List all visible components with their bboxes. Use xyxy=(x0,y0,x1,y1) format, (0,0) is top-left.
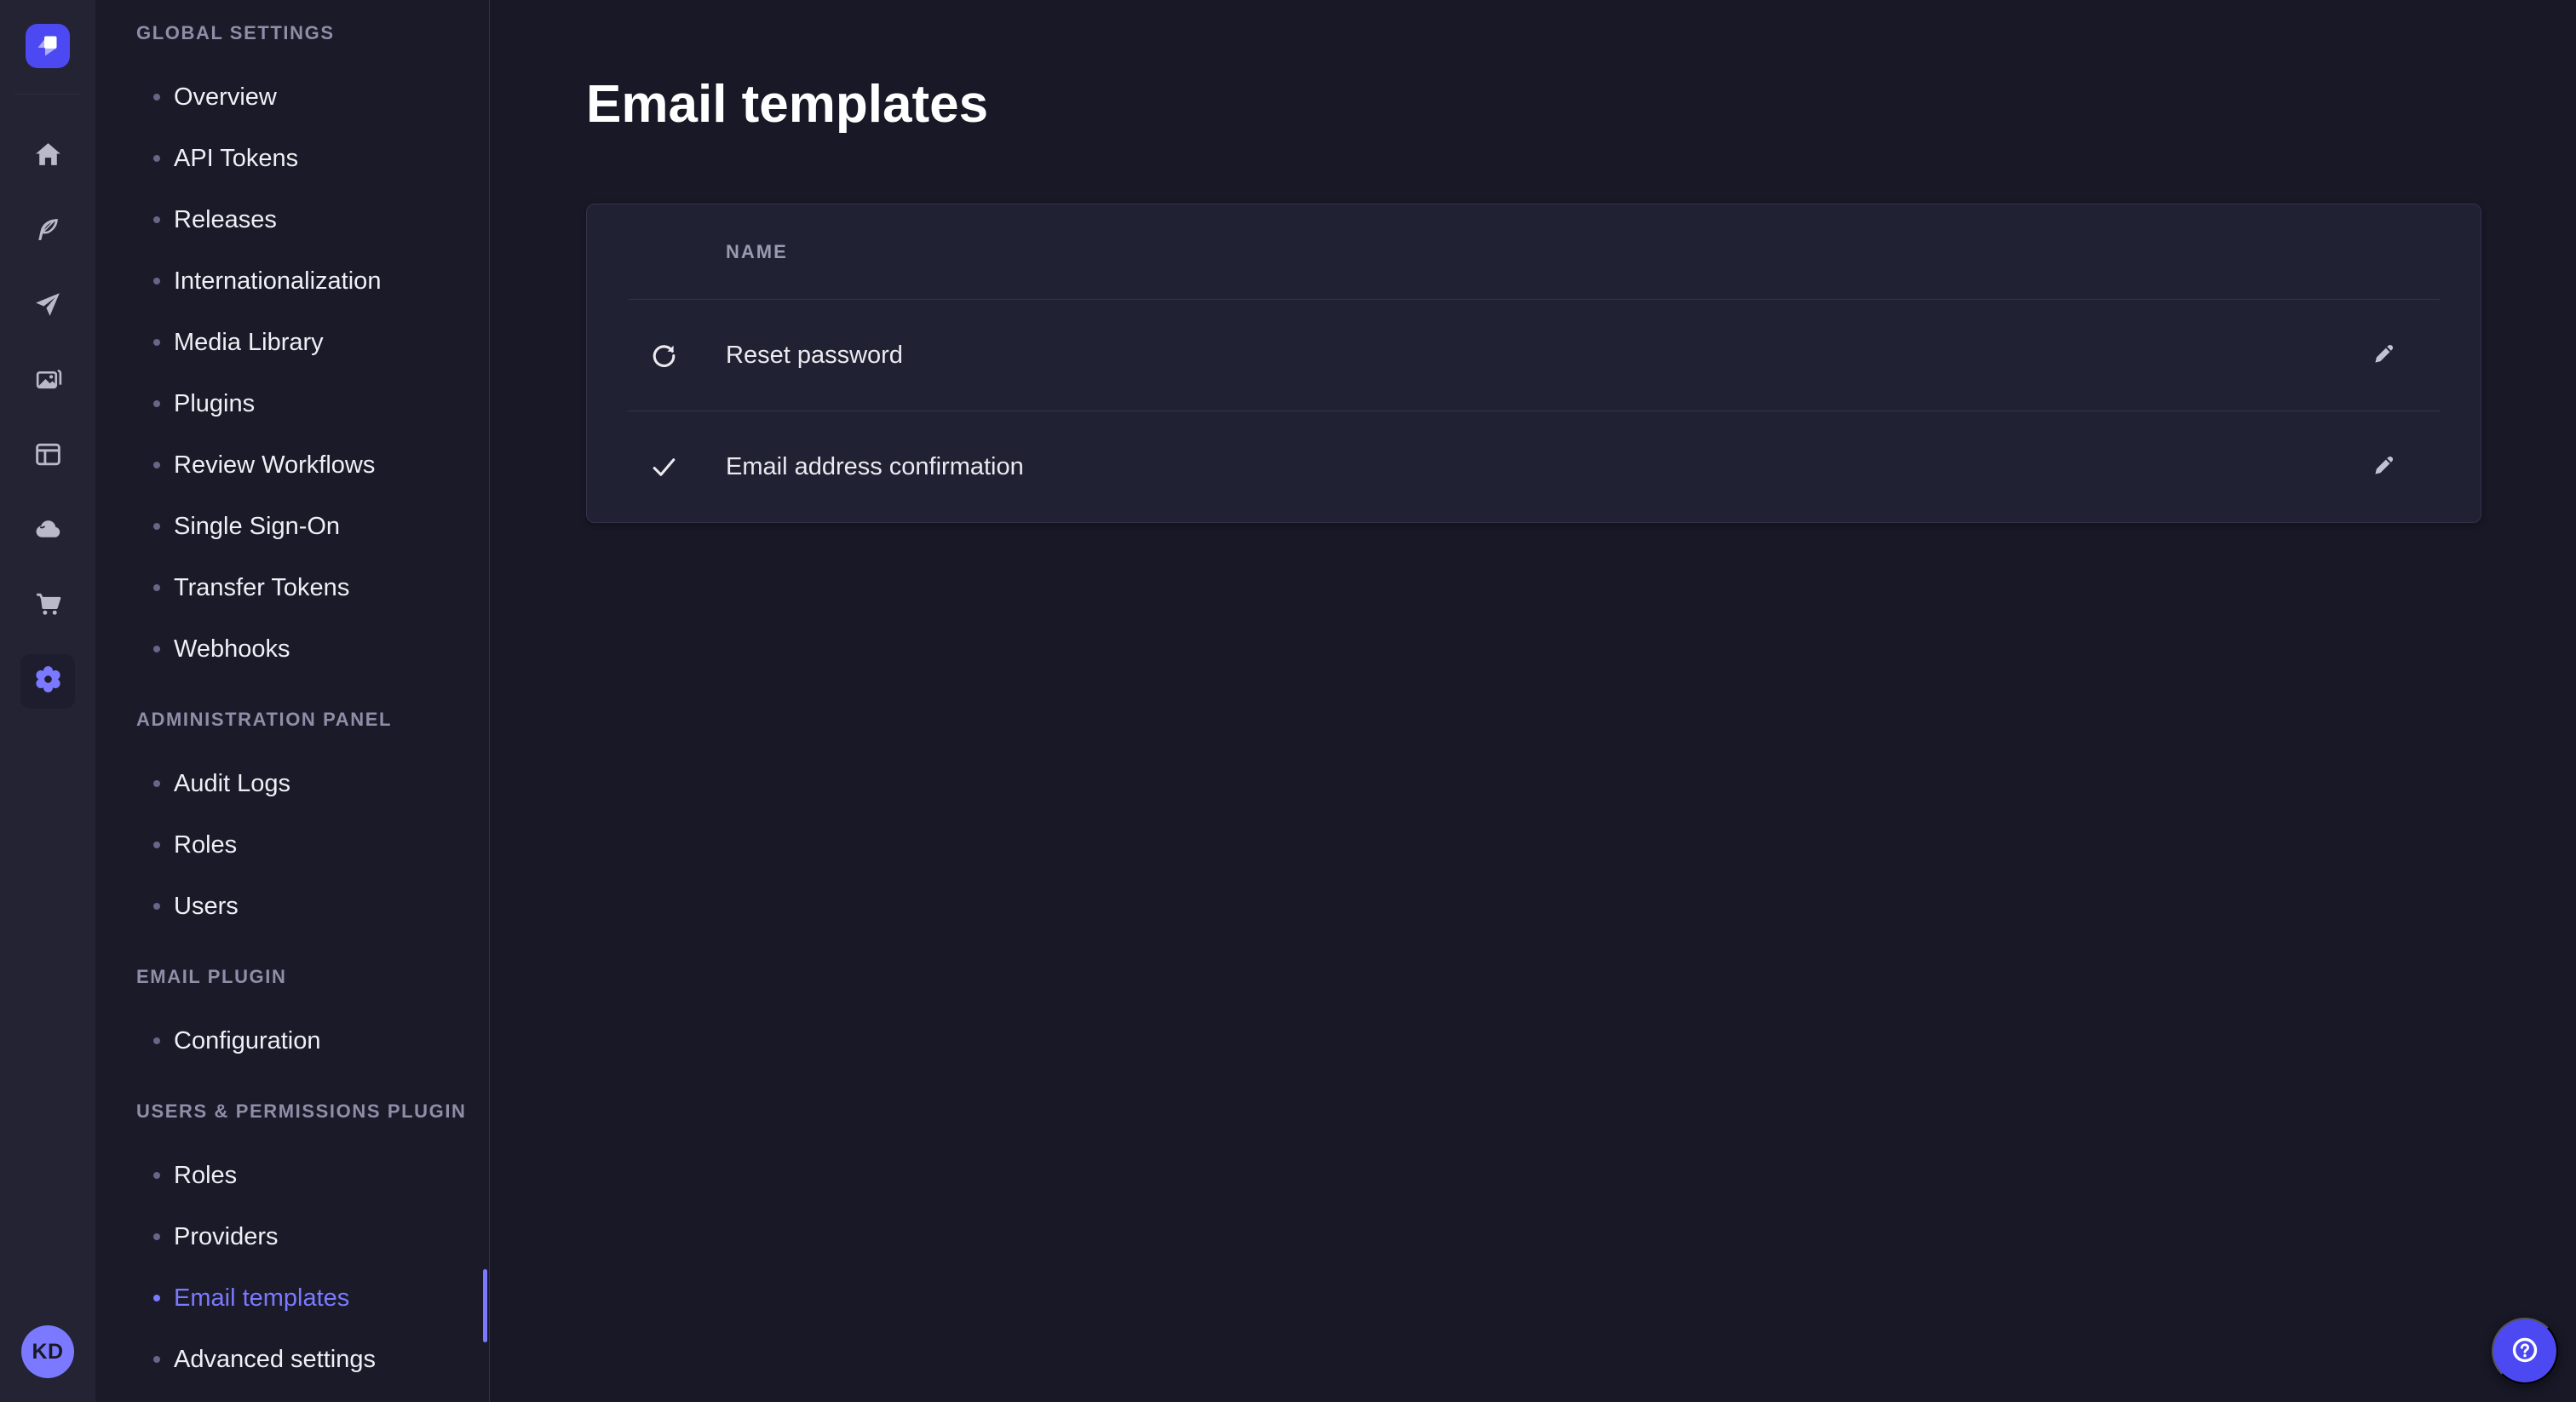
bullet-icon xyxy=(153,155,160,162)
bullet-icon xyxy=(153,400,160,407)
app-window: KD GLOBAL SETTINGS Overview API Tokens Rele… xyxy=(0,0,2576,1402)
sidebar-item-roles[interactable]: Roles xyxy=(95,1145,489,1206)
subnav-section-header: ADMINISTRATION PANEL xyxy=(95,700,489,739)
sidebar-item-webhooks[interactable]: Webhooks xyxy=(95,618,489,680)
help-button[interactable] xyxy=(2492,1318,2558,1384)
subnav-scrollbar-thumb[interactable] xyxy=(483,1269,487,1342)
media-icon xyxy=(32,364,64,399)
layout-icon xyxy=(32,439,64,474)
sidebar-item-configuration[interactable]: Configuration xyxy=(95,1010,489,1072)
rail-button-cart[interactable] xyxy=(20,579,75,634)
sidebar-item-label: Overview xyxy=(174,83,277,112)
sidebar-item-label: Configuration xyxy=(174,1027,321,1055)
subnav-section-header: GLOBAL SETTINGS xyxy=(95,14,489,53)
sidebar-item-label: Providers xyxy=(174,1223,279,1251)
subnav-section-header: EMAIL PLUGIN xyxy=(95,957,489,997)
pencil-icon xyxy=(2370,451,2398,482)
rail-divider xyxy=(14,94,81,95)
bullet-icon xyxy=(153,780,160,787)
cloud-icon xyxy=(32,514,64,549)
sidebar-item-advanced-settings[interactable]: Advanced settings xyxy=(95,1329,489,1390)
bullet-icon xyxy=(153,1356,160,1363)
sidebar-item-label: Transfer Tokens xyxy=(174,574,349,602)
send-icon xyxy=(32,289,64,325)
sidebar-item-label: Audit Logs xyxy=(174,770,290,798)
email-templates-table: NAME Reset password Email address confirm… xyxy=(586,204,2481,523)
rail-button-layout[interactable] xyxy=(20,429,75,484)
sidebar-item-email-templates[interactable]: Email templates xyxy=(95,1267,489,1329)
sidebar-item-label: Internationalization xyxy=(174,267,381,296)
sidebar-item-roles[interactable]: Roles xyxy=(95,814,489,876)
sidebar-item-users[interactable]: Users xyxy=(95,876,489,937)
rail-button-cloud[interactable] xyxy=(20,504,75,559)
bullet-icon xyxy=(153,1037,160,1044)
sidebar-item-transfer-tokens[interactable]: Transfer Tokens xyxy=(95,557,489,618)
sidebar-item-audit-logs[interactable]: Audit Logs xyxy=(95,753,489,814)
sidebar-item-label: Roles xyxy=(174,831,237,859)
sidebar-item-label: Webhooks xyxy=(174,635,290,664)
bullet-icon xyxy=(153,1172,160,1179)
bullet-icon xyxy=(153,1295,160,1301)
sidebar-item-review-workflows[interactable]: Review Workflows xyxy=(95,434,489,496)
sidebar-item-single-sign-on[interactable]: Single Sign-On xyxy=(95,496,489,557)
rail-button-send[interactable] xyxy=(20,279,75,334)
rail-button-pen[interactable] xyxy=(20,204,75,259)
sidebar-item-label: API Tokens xyxy=(174,145,298,173)
sidebar-item-providers[interactable]: Providers xyxy=(95,1206,489,1267)
edit-template-button[interactable] xyxy=(2353,436,2414,497)
sidebar-item-label: Email templates xyxy=(174,1284,349,1313)
home-icon xyxy=(32,139,64,175)
rail-button-home[interactable] xyxy=(20,129,75,184)
table-header-row: NAME xyxy=(587,204,2481,299)
check-icon xyxy=(648,451,680,483)
sidebar-item-overview[interactable]: Overview xyxy=(95,66,489,128)
user-avatar[interactable]: KD xyxy=(21,1325,74,1378)
sidebar-item-releases[interactable]: Releases xyxy=(95,189,489,250)
bullet-icon xyxy=(153,646,160,652)
sidebar-item-label: Review Workflows xyxy=(174,451,375,480)
bullet-icon xyxy=(153,278,160,284)
rail-button-gear[interactable] xyxy=(20,654,75,709)
bullet-icon xyxy=(153,523,160,530)
page-title: Email templates xyxy=(586,73,2481,136)
main-nav-rail: KD xyxy=(0,0,95,1402)
strapi-logo-icon xyxy=(31,27,65,66)
sidebar-item-media-library[interactable]: Media Library xyxy=(95,312,489,373)
strapi-logo-button[interactable] xyxy=(26,24,70,68)
template-name: Email address confirmation xyxy=(726,453,1024,481)
refresh-icon xyxy=(648,340,680,371)
pencil-icon xyxy=(2370,340,2398,371)
question-circle-icon xyxy=(2508,1333,2542,1370)
subnav-section-header: USERS & PERMISSIONS PLUGIN xyxy=(95,1092,489,1131)
sidebar-item-plugins[interactable]: Plugins xyxy=(95,373,489,434)
sidebar-item-label: Releases xyxy=(174,206,277,234)
template-name: Reset password xyxy=(726,342,903,370)
sidebar-item-label: Media Library xyxy=(174,329,324,357)
main-content: Email templates NAME Reset password Email… xyxy=(490,0,2576,1402)
bullet-icon xyxy=(153,462,160,468)
bullet-icon xyxy=(153,94,160,101)
sidebar-item-api-tokens[interactable]: API Tokens xyxy=(95,128,489,189)
bullet-icon xyxy=(153,216,160,223)
sidebar-item-label: Plugins xyxy=(174,390,255,418)
bullet-icon xyxy=(153,842,160,848)
column-header-name: NAME xyxy=(726,241,788,263)
bullet-icon xyxy=(153,584,160,591)
bullet-icon xyxy=(153,903,160,910)
sidebar-item-label: Single Sign-On xyxy=(174,513,340,541)
sidebar-item-internationalization[interactable]: Internationalization xyxy=(95,250,489,312)
pen-icon xyxy=(32,214,64,250)
bullet-icon xyxy=(153,339,160,346)
sidebar-item-label: Roles xyxy=(174,1162,237,1190)
cart-icon xyxy=(32,589,64,624)
bullet-icon xyxy=(153,1233,160,1240)
settings-subnav: GLOBAL SETTINGS Overview API Tokens Release… xyxy=(95,0,490,1402)
table-row[interactable]: Email address confirmation xyxy=(587,411,2481,522)
rail-button-media[interactable] xyxy=(20,354,75,409)
edit-template-button[interactable] xyxy=(2353,325,2414,386)
sidebar-item-label: Advanced settings xyxy=(174,1346,376,1374)
gear-icon xyxy=(32,664,64,699)
table-row[interactable]: Reset password xyxy=(587,300,2481,411)
sidebar-item-label: Users xyxy=(174,893,239,921)
